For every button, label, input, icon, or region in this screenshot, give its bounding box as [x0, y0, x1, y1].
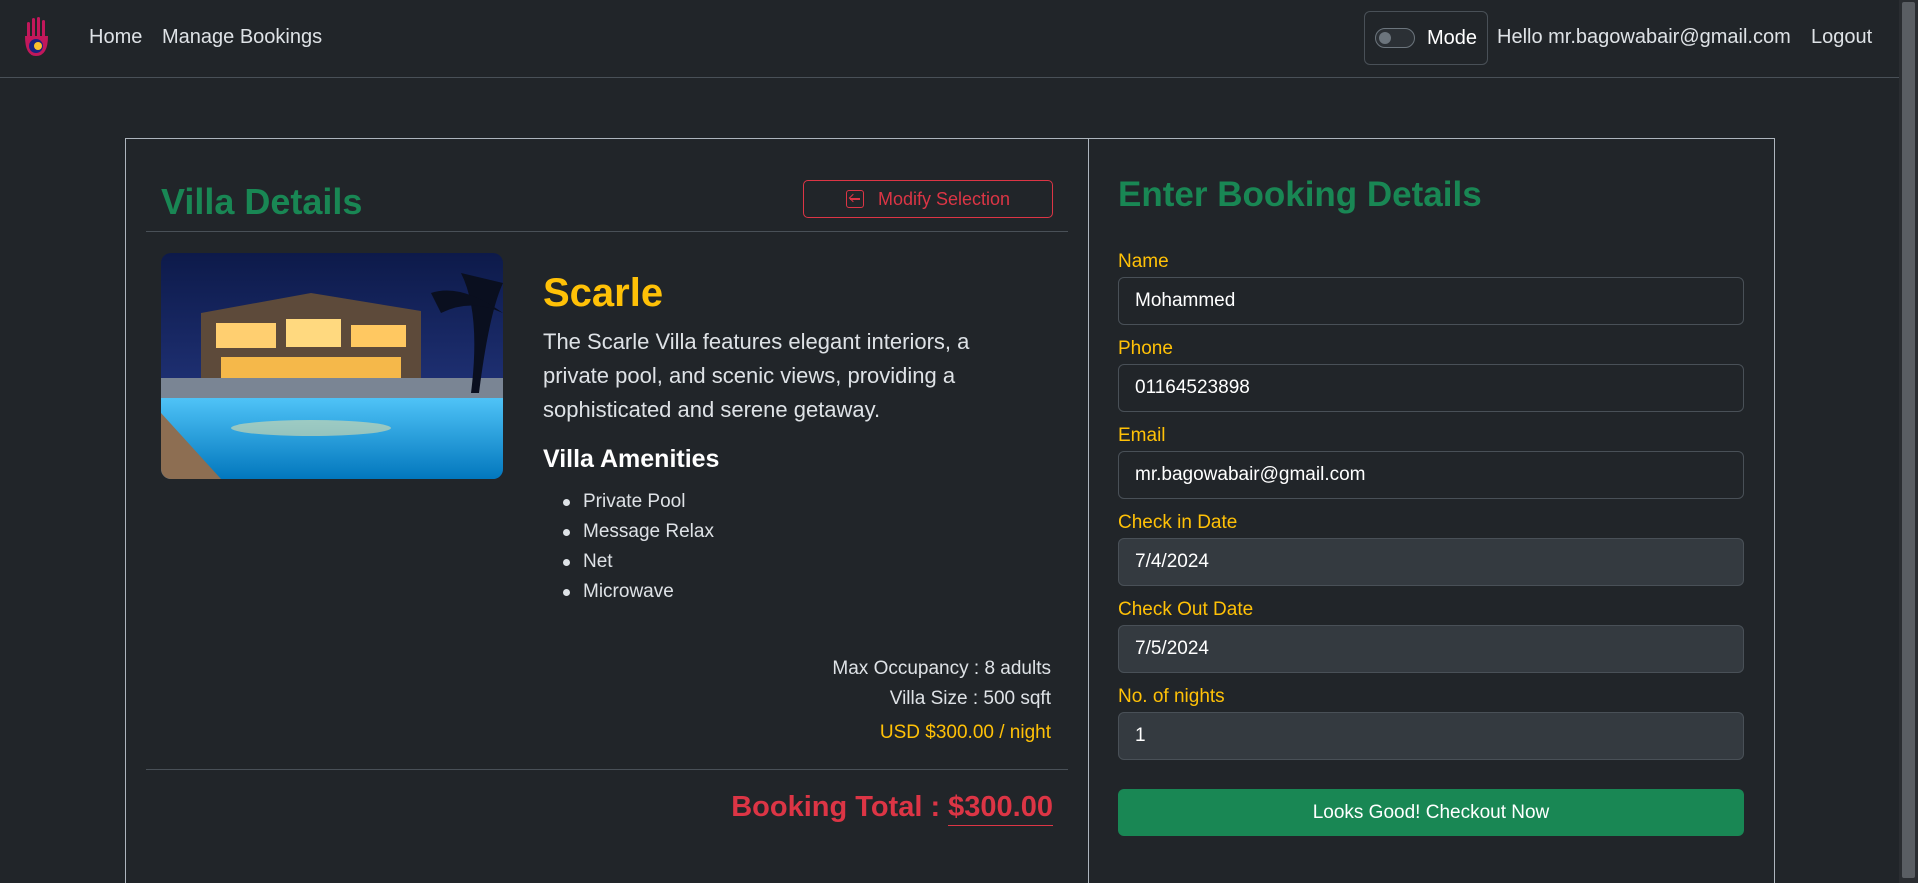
villa-price: USD $300.00 / night	[879, 722, 1051, 743]
booking-total-amount: $300.00	[948, 791, 1053, 826]
booking-form-title: Enter Booking Details	[1118, 175, 1482, 214]
name-label: Name	[1118, 251, 1169, 272]
divider	[146, 769, 1068, 770]
divider	[146, 231, 1068, 232]
mode-label: Mode	[1427, 26, 1478, 49]
hamsa-logo-icon[interactable]	[22, 16, 52, 58]
nights-label: No. of nights	[1118, 686, 1225, 707]
user-greeting: Hello mr.bagowabair@gmail.com	[1497, 26, 1791, 48]
villa-details-title: Villa Details	[161, 181, 363, 222]
mode-switch[interactable]	[1375, 28, 1415, 48]
checkout-date-input[interactable]: 7/5/2024	[1118, 625, 1744, 673]
booking-card: Villa Details Modify Selection Scarle Th…	[125, 138, 1775, 883]
amenity-item: Private Pool	[563, 487, 714, 517]
box-arrow-left-icon	[845, 190, 864, 208]
mode-toggle[interactable]: Mode	[1364, 11, 1488, 65]
amenities-list: Private Pool Message Relax Net Microwave	[563, 487, 714, 607]
email-label: Email	[1118, 425, 1166, 446]
checkin-label: Check in Date	[1118, 512, 1238, 533]
page-scrollbar[interactable]	[1899, 0, 1918, 883]
max-occupancy: Max Occupancy : 8 adults	[832, 658, 1051, 679]
villa-image	[161, 253, 503, 479]
amenity-item: Microwave	[563, 577, 714, 607]
checkout-label: Check Out Date	[1118, 599, 1254, 620]
checkout-button[interactable]: Looks Good! Checkout Now	[1118, 789, 1744, 836]
amenities-title: Villa Amenities	[543, 445, 720, 473]
nav-home[interactable]: Home	[89, 26, 142, 49]
nav-manage-bookings[interactable]: Manage Bookings	[162, 26, 322, 49]
checkin-date-input[interactable]: 7/4/2024	[1118, 538, 1744, 586]
scrollbar-thumb[interactable]	[1902, 2, 1915, 878]
modify-selection-button[interactable]: Modify Selection	[803, 180, 1053, 218]
amenity-item: Message Relax	[563, 517, 714, 547]
booking-total: Booking Total : $300.00	[731, 791, 1053, 826]
phone-label: Phone	[1118, 338, 1173, 359]
booking-total-label: Booking Total :	[731, 791, 949, 823]
name-input[interactable]: Mohammed	[1118, 277, 1744, 325]
navbar: Home Manage Bookings Mode Hello mr.bagow…	[0, 0, 1899, 78]
villa-description: The Scarle Villa features elegant interi…	[543, 329, 970, 422]
villa-size: Villa Size : 500 sqft	[889, 688, 1051, 709]
modify-selection-label: Modify Selection	[877, 188, 1011, 209]
nav-logout[interactable]: Logout	[1811, 26, 1872, 49]
villa-name: Scarle	[543, 271, 664, 315]
email-input[interactable]: mr.bagowabair@gmail.com	[1118, 451, 1744, 499]
phone-input[interactable]: 01164523898	[1118, 364, 1744, 412]
nights-input[interactable]: 1	[1118, 712, 1744, 760]
amenity-item: Net	[563, 547, 714, 577]
column-divider	[1088, 139, 1089, 883]
